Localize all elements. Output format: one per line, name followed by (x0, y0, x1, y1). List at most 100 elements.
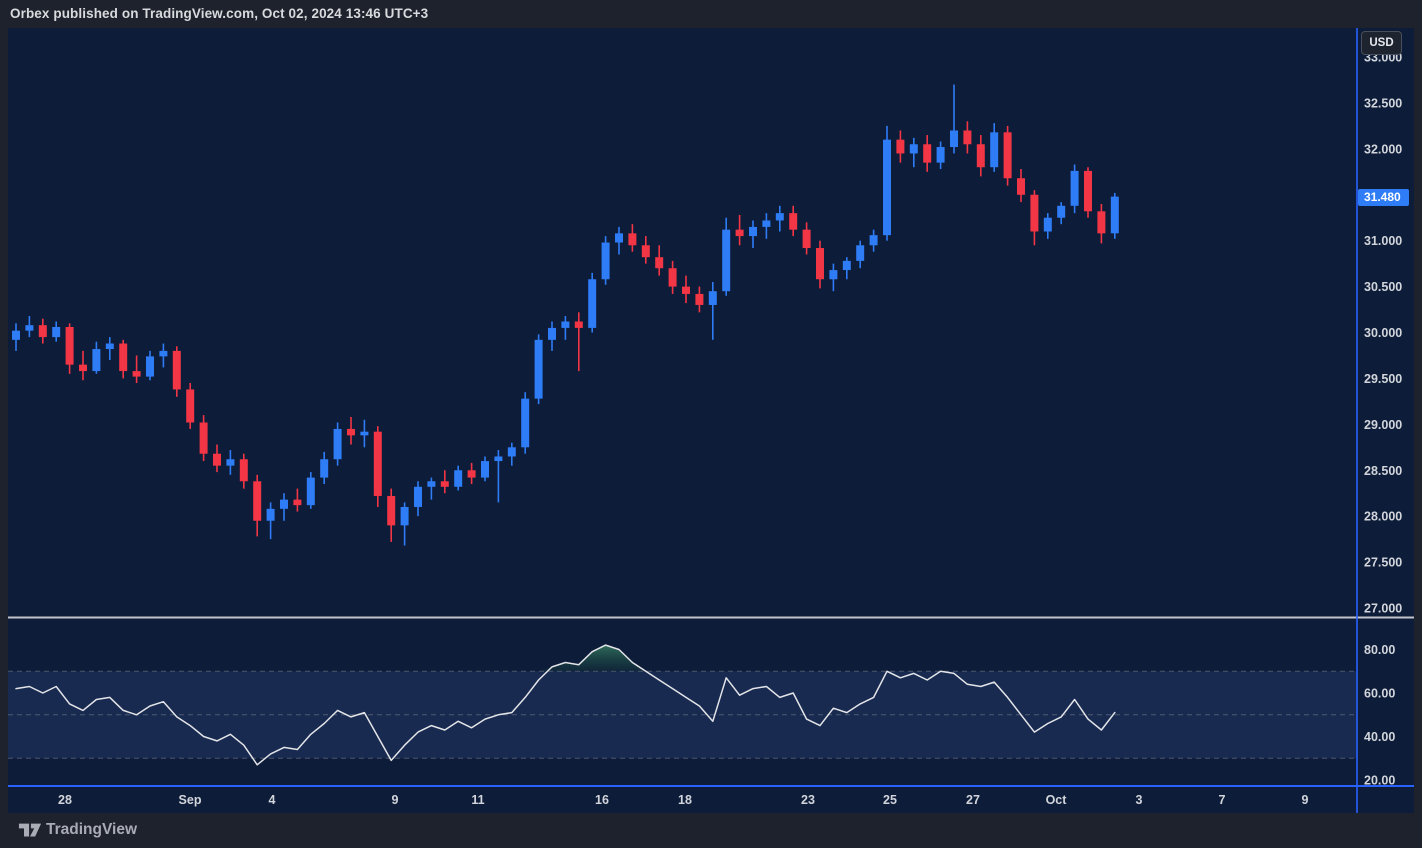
candle[interactable] (92, 342, 100, 374)
candle[interactable] (762, 213, 770, 239)
candle[interactable] (1071, 164, 1079, 213)
candle[interactable] (923, 135, 931, 172)
candle[interactable] (816, 241, 824, 289)
chart-canvas[interactable]: 33.00032.50032.00031.00030.50030.00029.5… (8, 28, 1414, 813)
candle-body (950, 130, 958, 147)
candle[interactable] (1084, 167, 1092, 218)
candle-body (334, 429, 342, 459)
candle[interactable] (146, 351, 154, 380)
candle[interactable] (173, 346, 181, 397)
candle[interactable] (133, 355, 141, 383)
candle[interactable] (1097, 204, 1105, 243)
candle[interactable] (374, 426, 382, 507)
candle[interactable] (588, 273, 596, 333)
candle[interactable] (253, 475, 261, 537)
candle-body (615, 233, 623, 242)
candle[interactable] (240, 454, 248, 489)
candle[interactable] (682, 276, 690, 304)
price-axis-drag-area[interactable] (1357, 28, 1414, 786)
candle[interactable] (642, 236, 650, 264)
candle[interactable] (267, 502, 275, 539)
candle[interactable] (360, 420, 368, 448)
tradingview-brand-text[interactable]: TradingView (46, 821, 137, 839)
candle[interactable] (334, 423, 342, 466)
candle[interactable] (159, 344, 167, 368)
candle[interactable] (669, 261, 677, 294)
candle[interactable] (320, 452, 328, 484)
candle[interactable] (776, 206, 784, 232)
candle[interactable] (508, 443, 516, 466)
candle[interactable] (1044, 213, 1052, 239)
candle[interactable] (280, 493, 288, 521)
candle[interactable] (896, 130, 904, 162)
candle[interactable] (870, 230, 878, 252)
candle[interactable] (1004, 126, 1012, 186)
candle[interactable] (481, 456, 489, 481)
candle[interactable] (1111, 193, 1119, 239)
candle[interactable] (615, 227, 623, 255)
candle[interactable] (12, 323, 20, 351)
candle[interactable] (856, 241, 864, 269)
candle[interactable] (293, 489, 301, 512)
candle[interactable] (722, 218, 730, 296)
candle[interactable] (25, 316, 33, 337)
tradingview-logo-icon[interactable] (18, 821, 42, 840)
candle[interactable] (79, 351, 87, 380)
candle[interactable] (977, 135, 985, 176)
candle[interactable] (39, 319, 47, 344)
candle[interactable] (347, 417, 355, 445)
candle[interactable] (119, 340, 127, 379)
candle-body (628, 233, 636, 245)
candle[interactable] (963, 121, 971, 153)
candle[interactable] (468, 463, 476, 484)
candle[interactable] (454, 466, 462, 491)
candle[interactable] (561, 316, 569, 340)
footer-bar: TradingView (0, 813, 1422, 848)
candle[interactable] (736, 215, 744, 245)
candle[interactable] (52, 321, 60, 341)
candle[interactable] (494, 450, 502, 502)
candle[interactable] (910, 138, 918, 167)
candle[interactable] (414, 481, 422, 516)
candle[interactable] (200, 415, 208, 461)
candle[interactable] (521, 392, 529, 454)
candle[interactable] (829, 264, 837, 292)
candle[interactable] (628, 224, 636, 252)
candle[interactable] (401, 502, 409, 545)
candle[interactable] (226, 450, 234, 475)
candle[interactable] (66, 323, 74, 374)
candle[interactable] (1017, 169, 1025, 202)
candle[interactable] (387, 489, 395, 542)
candle[interactable] (106, 337, 114, 360)
candle[interactable] (990, 123, 998, 172)
currency-toggle-button[interactable]: USD (1361, 31, 1402, 55)
candle[interactable] (749, 220, 757, 248)
candle[interactable] (307, 472, 315, 509)
candle[interactable] (709, 282, 717, 340)
candle[interactable] (803, 222, 811, 254)
candle[interactable] (883, 126, 891, 241)
candle[interactable] (441, 470, 449, 493)
candle[interactable] (695, 287, 703, 313)
candle[interactable] (186, 383, 194, 429)
candle[interactable] (1030, 190, 1038, 245)
candle-body (374, 432, 382, 496)
time-axis-drag-area[interactable] (8, 786, 1414, 813)
candle-body (762, 220, 770, 226)
candle[interactable] (789, 206, 797, 236)
candle-body (816, 248, 824, 279)
rsi-overbought-fill (16, 645, 1115, 671)
candle[interactable] (843, 257, 851, 279)
candle[interactable] (575, 312, 583, 371)
candle[interactable] (535, 334, 543, 404)
candle[interactable] (937, 142, 945, 170)
candle[interactable] (427, 478, 435, 500)
candle-body (133, 371, 141, 377)
candle[interactable] (950, 85, 958, 154)
candle[interactable] (655, 245, 663, 275)
candle[interactable] (548, 321, 556, 350)
candle-body (910, 144, 918, 153)
candle[interactable] (213, 445, 221, 473)
candle[interactable] (602, 236, 610, 285)
candle[interactable] (1057, 202, 1065, 224)
